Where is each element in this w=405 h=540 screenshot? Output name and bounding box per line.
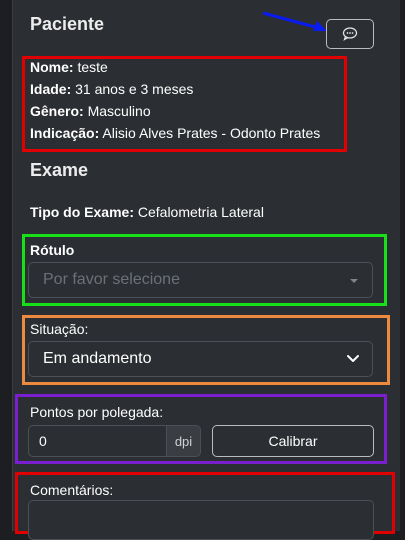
exam-type-label: Tipo do Exame: bbox=[30, 204, 134, 220]
patient-gender-label: Gênero: bbox=[30, 103, 84, 119]
comments-field-label: Comentários: bbox=[30, 482, 114, 498]
label-select-placeholder: Por favor selecione bbox=[43, 271, 180, 288]
patient-indication-value: Alisio Alves Prates - Odonto Prates bbox=[102, 125, 321, 141]
status-field-label: Situação: bbox=[30, 321, 89, 337]
patient-gender-line: Gênero: Masculino bbox=[30, 103, 151, 119]
patient-age-line: Idade: 31 anos e 3 meses bbox=[30, 81, 193, 97]
patient-gender-value: Masculino bbox=[87, 103, 151, 119]
exam-type-value: Cefalometria Lateral bbox=[137, 204, 264, 220]
comments-textarea[interactable] bbox=[28, 500, 374, 540]
status-select[interactable]: Em andamento bbox=[28, 341, 373, 377]
patient-name-label: Nome: bbox=[30, 59, 74, 75]
exam-section-title: Exame bbox=[30, 160, 89, 180]
label-field-label: Rótulo bbox=[30, 242, 75, 258]
dpi-input[interactable]: 0 bbox=[28, 425, 166, 457]
dpi-unit-addon: dpi bbox=[166, 425, 201, 457]
patient-section-title: Paciente bbox=[30, 14, 105, 34]
patient-name-value: teste bbox=[77, 59, 108, 75]
calibrate-button[interactable]: Calibrar bbox=[212, 425, 374, 457]
chevron-down-icon bbox=[347, 355, 359, 362]
annotation-arrow bbox=[262, 11, 327, 31]
dpi-input-value: 0 bbox=[39, 433, 47, 449]
patient-age-value: 31 anos e 3 meses bbox=[75, 81, 194, 97]
exam-type-line: Tipo do Exame: Cefalometria Lateral bbox=[30, 204, 264, 220]
patient-name-line: Nome: teste bbox=[30, 59, 108, 75]
status-select-value: Em andamento bbox=[43, 350, 152, 367]
patient-age-label: Idade: bbox=[30, 81, 72, 97]
patient-indication-line: Indicação: Alisio Alves Prates - Odonto … bbox=[30, 125, 320, 141]
dpi-field-label: Pontos por polegada: bbox=[30, 404, 164, 420]
message-button[interactable] bbox=[326, 19, 374, 49]
patient-indication-label: Indicação: bbox=[30, 125, 100, 141]
caret-down-icon bbox=[350, 279, 358, 283]
chat-bubble-icon bbox=[342, 27, 358, 41]
label-select[interactable]: Por favor selecione bbox=[28, 262, 373, 298]
